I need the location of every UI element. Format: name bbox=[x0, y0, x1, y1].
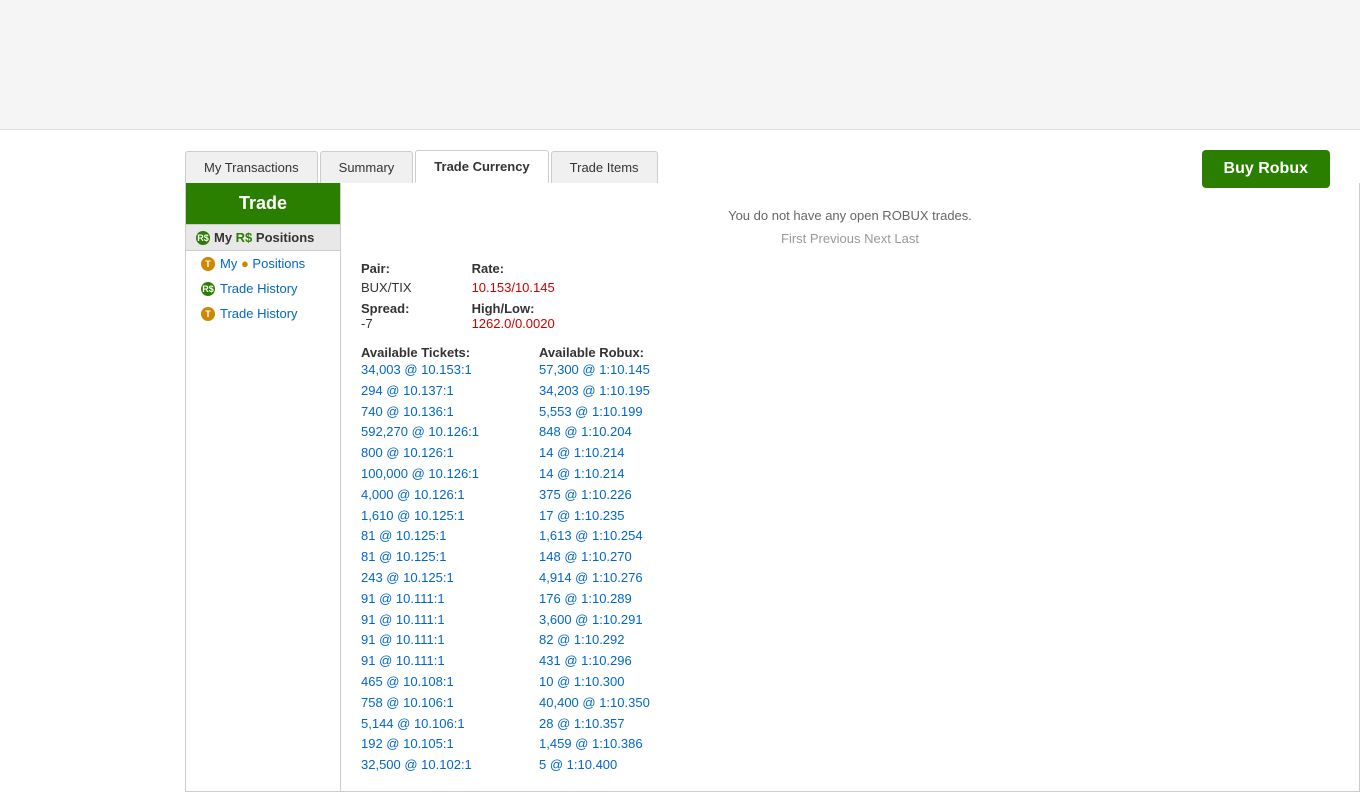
robux-order-item[interactable]: 3,600 @ 1:10.291 bbox=[539, 610, 650, 631]
ticket-order-item[interactable]: 592,270 @ 10.126:1 bbox=[361, 422, 479, 443]
robux-orders-list: 57,300 @ 1:10.14534,203 @ 1:10.1955,553 … bbox=[539, 360, 650, 776]
sidebar: Trade R$ My R$ Positions T My ● Position… bbox=[186, 183, 341, 791]
ticket-order-item[interactable]: 243 @ 10.125:1 bbox=[361, 568, 479, 589]
robux-order-item[interactable]: 57,300 @ 1:10.145 bbox=[539, 360, 650, 381]
tab-trade-currency[interactable]: Trade Currency bbox=[415, 150, 548, 183]
trade-button[interactable]: Trade bbox=[186, 183, 340, 224]
available-tickets-label: Available Tickets: bbox=[361, 345, 479, 360]
robux-order-item[interactable]: 10 @ 1:10.300 bbox=[539, 672, 650, 693]
tickets-orders-col: Available Tickets: 34,003 @ 10.153:1294 … bbox=[361, 339, 479, 776]
spread-value: -7 bbox=[361, 316, 412, 331]
high-low-value: 1262.0/0.0020 bbox=[472, 316, 555, 331]
sidebar-link-robux-history-label: Trade History bbox=[220, 281, 298, 296]
sidebar-link-my-positions[interactable]: T My ● Positions bbox=[186, 251, 340, 276]
top-bar bbox=[0, 0, 1360, 130]
market-info-top: Pair: BUX/TIX Spread: -7 Rate: 10.153/10… bbox=[361, 261, 1339, 331]
ticket-order-item[interactable]: 758 @ 10.106:1 bbox=[361, 693, 479, 714]
ticket-order-item[interactable]: 800 @ 10.126:1 bbox=[361, 443, 479, 464]
no-trades-message: You do not have any open ROBUX trades. bbox=[361, 198, 1339, 228]
ticket-order-item[interactable]: 1,610 @ 10.125:1 bbox=[361, 506, 479, 527]
sidebar-section-positions: R$ My R$ Positions bbox=[186, 224, 340, 251]
robux-order-item[interactable]: 14 @ 1:10.214 bbox=[539, 464, 650, 485]
robux-order-item[interactable]: 4,914 @ 1:10.276 bbox=[539, 568, 650, 589]
tab-my-transactions[interactable]: My Transactions bbox=[185, 151, 318, 183]
robux-order-item[interactable]: 375 @ 1:10.226 bbox=[539, 485, 650, 506]
ticket-order-item[interactable]: 91 @ 10.111:1 bbox=[361, 589, 479, 610]
ticket-order-item[interactable]: 32,500 @ 10.102:1 bbox=[361, 755, 479, 776]
robux-order-item[interactable]: 148 @ 1:10.270 bbox=[539, 547, 650, 568]
sidebar-positions-label: My R$ Positions bbox=[214, 230, 314, 245]
robux-order-item[interactable]: 34,203 @ 1:10.195 bbox=[539, 381, 650, 402]
tabs-row: My Transactions Summary Trade Currency T… bbox=[185, 150, 1360, 183]
robux-order-item[interactable]: 848 @ 1:10.204 bbox=[539, 422, 650, 443]
ticket-order-item[interactable]: 192 @ 10.105:1 bbox=[361, 734, 479, 755]
main-panel: You do not have any open ROBUX trades. F… bbox=[341, 183, 1359, 791]
tix-icon-history: T bbox=[201, 307, 215, 321]
robux-order-item[interactable]: 1,459 @ 1:10.386 bbox=[539, 734, 650, 755]
robux-icon-title: R$ bbox=[196, 231, 210, 245]
tab-trade-items[interactable]: Trade Items bbox=[551, 151, 658, 183]
robux-order-item[interactable]: 40,400 @ 1:10.350 bbox=[539, 693, 650, 714]
ticket-order-item[interactable]: 34,003 @ 10.153:1 bbox=[361, 360, 479, 381]
ticket-order-item[interactable]: 91 @ 10.111:1 bbox=[361, 630, 479, 651]
ticket-order-item[interactable]: 465 @ 10.108:1 bbox=[361, 672, 479, 693]
ticket-order-item[interactable]: 100,000 @ 10.126:1 bbox=[361, 464, 479, 485]
sidebar-link-robux-trade-history[interactable]: R$ Trade History bbox=[186, 276, 340, 301]
ticket-order-item[interactable]: 740 @ 10.136:1 bbox=[361, 402, 479, 423]
robux-order-item[interactable]: 17 @ 1:10.235 bbox=[539, 506, 650, 527]
sidebar-link-tix-trade-history[interactable]: T Trade History bbox=[186, 301, 340, 326]
rate-label: Rate: bbox=[472, 261, 555, 276]
robux-order-item[interactable]: 5 @ 1:10.400 bbox=[539, 755, 650, 776]
pair-info: Pair: BUX/TIX Spread: -7 bbox=[361, 261, 412, 331]
robux-order-item[interactable]: 431 @ 1:10.296 bbox=[539, 651, 650, 672]
robux-order-item[interactable]: 14 @ 1:10.214 bbox=[539, 443, 650, 464]
tab-summary[interactable]: Summary bbox=[320, 151, 414, 183]
tix-icon-positions: T bbox=[201, 257, 215, 271]
buy-robux-button[interactable]: Buy Robux bbox=[1202, 150, 1330, 188]
ticket-order-item[interactable]: 91 @ 10.111:1 bbox=[361, 610, 479, 631]
main-content: My Transactions Summary Trade Currency T… bbox=[0, 130, 1360, 812]
robux-order-item[interactable]: 176 @ 1:10.289 bbox=[539, 589, 650, 610]
available-robux-label: Available Robux: bbox=[539, 345, 650, 360]
orders-section: Available Tickets: 34,003 @ 10.153:1294 … bbox=[361, 339, 1339, 776]
rate-info: Rate: 10.153/10.145 High/Low: 1262.0/0.0… bbox=[472, 261, 555, 331]
ticket-order-item[interactable]: 294 @ 10.137:1 bbox=[361, 381, 479, 402]
robux-order-item[interactable]: 1,613 @ 1:10.254 bbox=[539, 526, 650, 547]
rate-value: 10.153/10.145 bbox=[472, 280, 555, 295]
pair-label: Pair: bbox=[361, 261, 412, 276]
tickets-orders-list: 34,003 @ 10.153:1294 @ 10.137:1740 @ 10.… bbox=[361, 360, 479, 776]
pair-value: BUX/TIX bbox=[361, 280, 412, 295]
ticket-order-item[interactable]: 81 @ 10.125:1 bbox=[361, 526, 479, 547]
robux-order-item[interactable]: 82 @ 1:10.292 bbox=[539, 630, 650, 651]
pagination[interactable]: First Previous Next Last bbox=[361, 228, 1339, 261]
robux-orders-col: Available Robux: 57,300 @ 1:10.14534,203… bbox=[539, 339, 650, 776]
robux-order-item[interactable]: 28 @ 1:10.357 bbox=[539, 714, 650, 735]
sidebar-link-tix-history-label: Trade History bbox=[220, 306, 298, 321]
robux-icon-history: R$ bbox=[201, 282, 215, 296]
ticket-order-item[interactable]: 5,144 @ 10.106:1 bbox=[361, 714, 479, 735]
content-area: Trade R$ My R$ Positions T My ● Position… bbox=[185, 183, 1360, 792]
ticket-order-item[interactable]: 81 @ 10.125:1 bbox=[361, 547, 479, 568]
high-low-label: High/Low: bbox=[472, 301, 555, 316]
ticket-order-item[interactable]: 4,000 @ 10.126:1 bbox=[361, 485, 479, 506]
spread-label: Spread: bbox=[361, 301, 412, 316]
sidebar-link-my-positions-label: My ● Positions bbox=[220, 256, 305, 271]
robux-order-item[interactable]: 5,553 @ 1:10.199 bbox=[539, 402, 650, 423]
ticket-order-item[interactable]: 91 @ 10.111:1 bbox=[361, 651, 479, 672]
